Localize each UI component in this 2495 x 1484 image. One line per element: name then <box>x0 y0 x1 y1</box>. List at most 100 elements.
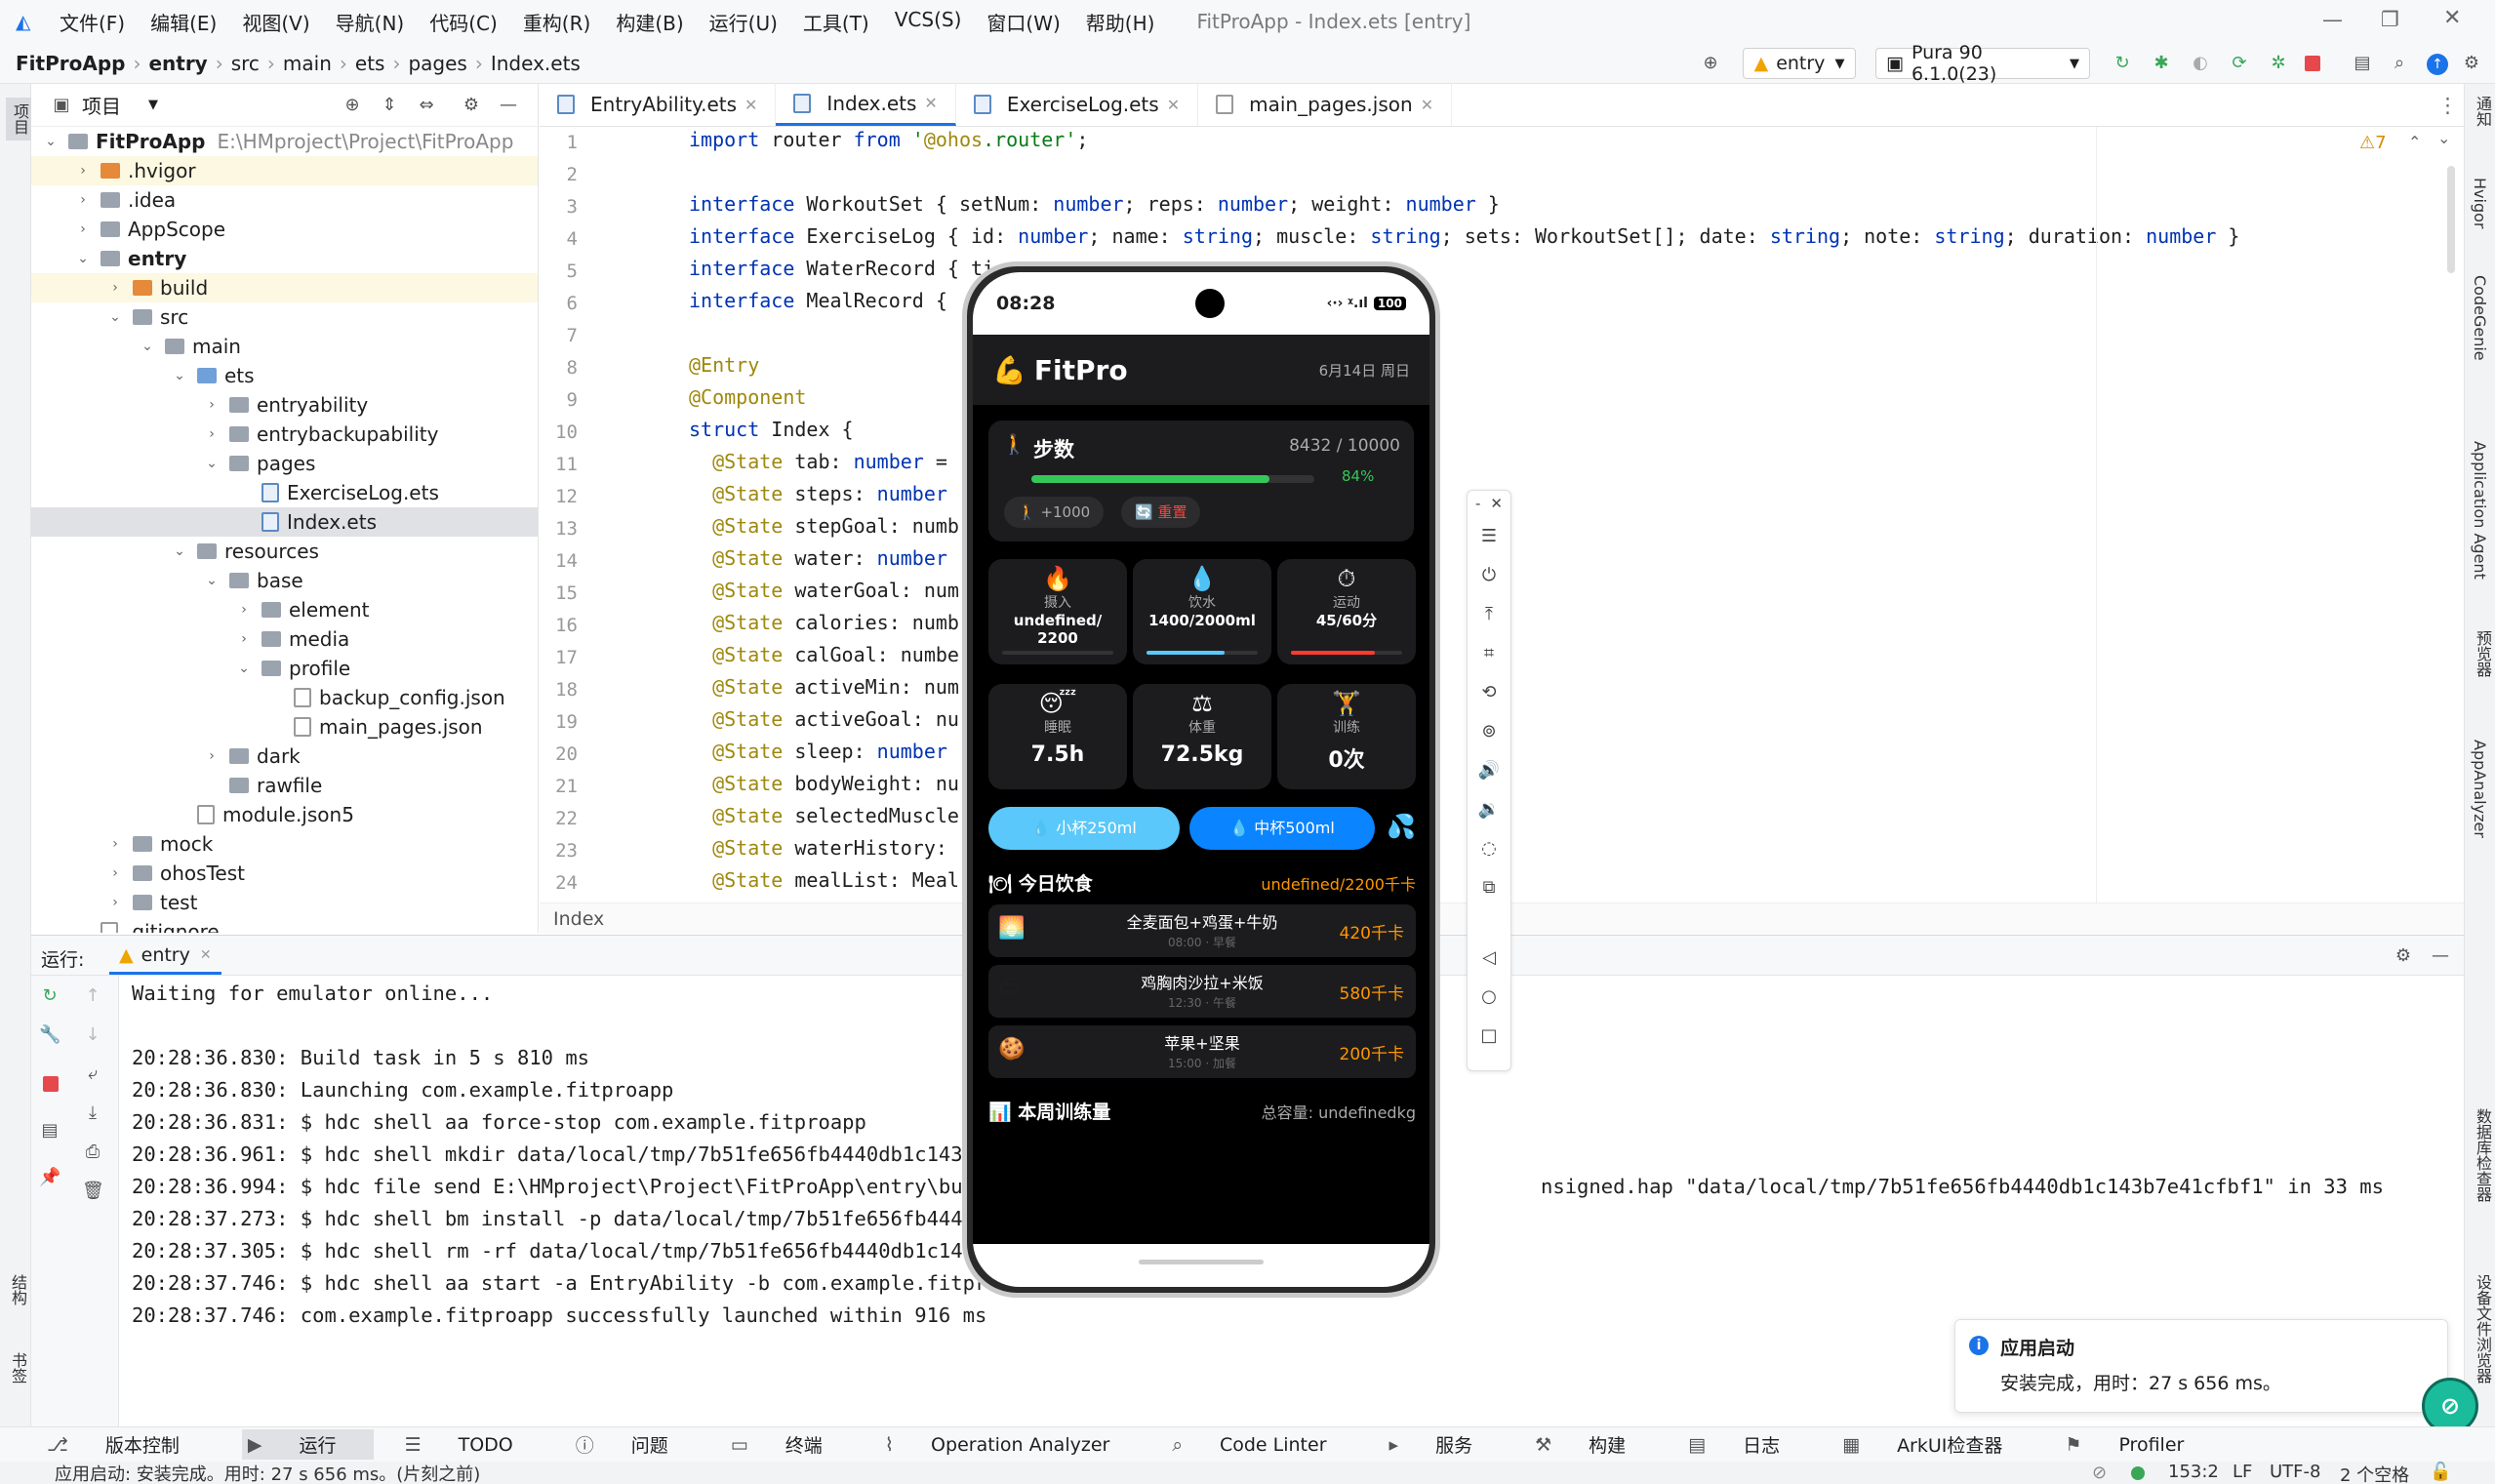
close-emulator-icon[interactable]: ✕ <box>1490 495 1503 512</box>
pin-icon[interactable]: 📌 <box>39 1167 60 1188</box>
strip-appanalyzer[interactable]: AppAnalyzer <box>2471 740 2489 838</box>
editor-tab[interactable]: ExerciseLog.ets ✕ <box>956 83 1199 126</box>
code-line[interactable]: interface ExerciseLog { id: number; name… <box>689 221 2239 253</box>
chevron-right-icon[interactable]: › <box>107 895 123 910</box>
tree-item[interactable]: ⌄ resources <box>31 537 538 566</box>
breadcrumb-item[interactable]: main <box>283 52 332 75</box>
home-icon[interactable]: ○ <box>1468 977 1510 1016</box>
chevron-down-icon[interactable]: ⌄ <box>204 573 220 588</box>
code-line[interactable]: interface WaterRecord { ti <box>689 253 994 285</box>
editor-scrollbar[interactable] <box>2447 166 2455 273</box>
locate-icon[interactable]: ⊕ <box>342 95 363 116</box>
editor-tab[interactable]: main_pages.json ✕ <box>1198 83 1453 126</box>
indent-setting[interactable]: 2 个空格 <box>2340 1462 2409 1484</box>
tree-item[interactable]: › .hvigor <box>31 156 538 185</box>
tree-item[interactable]: ⌄ entry <box>31 244 538 273</box>
code-line[interactable]: interface WorkoutSet { setNum: number; r… <box>689 188 1500 221</box>
more-tabs-icon[interactable]: ⋮ <box>2437 94 2458 117</box>
medium-cup-button[interactable]: 💧 中杯500ml <box>1189 807 1375 850</box>
code-line[interactable]: @State calGoal: numbe <box>689 639 959 671</box>
add-steps-button[interactable]: 🚶 +1000 <box>1004 497 1105 528</box>
chevron-down-icon[interactable]: ⌄ <box>140 339 155 354</box>
code-line[interactable]: @Entry <box>689 349 759 381</box>
chevron-right-icon[interactable]: › <box>204 397 220 413</box>
stat-tile[interactable]: ⚖ 体重 72.5kg <box>1133 684 1271 789</box>
location-icon[interactable]: ⊚ <box>1468 711 1510 750</box>
close-tab-icon[interactable]: ✕ <box>744 96 757 114</box>
chevron-right-icon[interactable]: › <box>107 865 123 881</box>
chevron-right-icon[interactable]: › <box>236 631 252 647</box>
code-line[interactable]: @State selectedMuscle <box>689 800 959 832</box>
up-icon[interactable]: ↑ <box>82 985 103 1007</box>
breadcrumb-item[interactable]: FitProApp <box>16 52 125 75</box>
menu-item[interactable]: 重构(R) <box>510 8 604 36</box>
strip-database-inspector[interactable]: 数据库检查器 <box>2471 1108 2494 1202</box>
tree-item[interactable]: ⌄ base <box>31 566 538 595</box>
chevron-down-icon[interactable]: ▼ <box>148 98 158 112</box>
code-line[interactable]: @State stepGoal: numb <box>689 510 959 542</box>
hide-panel-icon[interactable]: — <box>2430 945 2451 967</box>
collapse-all-icon[interactable]: ⇔ <box>416 95 437 116</box>
strip-previewer[interactable]: 预览器 <box>2471 630 2494 677</box>
tree-item[interactable]: main_pages.json <box>31 712 538 742</box>
update-icon[interactable]: ↑ <box>2427 54 2448 75</box>
code-line[interactable]: @State tab: number = <box>689 446 959 478</box>
tree-item[interactable]: › .idea <box>31 185 538 215</box>
chevron-down-icon[interactable]: ⌄ <box>2437 129 2450 147</box>
notification-popup[interactable]: i 应用启动 安装完成，用时：27 s 656 ms。 <box>1954 1319 2448 1413</box>
menu-item[interactable]: 文件(F) <box>47 8 138 36</box>
breadcrumb-item[interactable]: src <box>231 52 260 75</box>
bottom-tool-11[interactable]: ⚑ Profiler <box>2065 1434 2215 1456</box>
rotate-icon[interactable]: ⟲ <box>1468 672 1510 711</box>
bottom-tool-7[interactable]: ▸ 服务 <box>1389 1431 1505 1458</box>
menu-item[interactable]: 窗口(W) <box>974 8 1072 36</box>
strip-notifications[interactable]: 通知 <box>2471 96 2494 127</box>
tree-item[interactable]: ⌄ profile <box>31 654 538 683</box>
soft-wrap-icon[interactable]: ⤶ <box>82 1063 103 1085</box>
tree-item[interactable]: ⌄ src <box>31 302 538 332</box>
menu-item[interactable]: 编辑(E) <box>138 8 229 36</box>
menu-item[interactable]: 帮助(H) <box>1073 8 1168 36</box>
bottom-tool-0[interactable]: ⎇ 版本控制 <box>47 1431 211 1458</box>
tree-item[interactable]: ⌄ main <box>31 332 538 361</box>
tree-item[interactable]: module.json5 <box>31 800 538 829</box>
bottom-tool-9[interactable]: ▤ 日志 <box>1688 1431 1811 1458</box>
crop-icon[interactable]: ⌗ <box>1468 633 1510 672</box>
menu-item[interactable]: 运行(U) <box>697 8 790 36</box>
editor-tab[interactable]: Index.ets ✕ <box>776 83 956 126</box>
meal-item[interactable]: 🌅 全麦面包+鸡蛋+牛奶 08:00 · 早餐 420千卡 <box>988 904 1416 957</box>
tree-item[interactable]: › entryability <box>31 390 538 420</box>
run-tab-entry[interactable]: ▲ entry ✕ <box>109 938 221 975</box>
tree-item[interactable]: › dark <box>31 742 538 771</box>
target-icon[interactable]: ⊕ <box>1700 53 1721 74</box>
menu-item[interactable]: 导航(N) <box>323 8 418 36</box>
lock-icon[interactable]: 🔓 <box>2430 1462 2451 1482</box>
warning-count[interactable]: ⚠7 <box>2359 133 2387 153</box>
editor-tab[interactable]: EntryAbility.ets ✕ <box>540 83 777 126</box>
stat-tile[interactable]: 😴 睡眠 7.5h <box>988 684 1127 789</box>
phone-screen[interactable]: 08:28 ‹·› ᵡ.ıl 100 💪 FitPro 6月14日 周日 🚶 步数… <box>973 272 1429 1287</box>
bottom-tool-2[interactable]: ☰ TODO <box>405 1434 544 1456</box>
code-line[interactable]: @State activeMin: num <box>689 671 959 703</box>
stop-icon[interactable] <box>43 1076 59 1092</box>
line-ending[interactable]: LF <box>2233 1462 2252 1482</box>
code-line[interactable]: @Component <box>689 381 806 414</box>
power-save-icon[interactable]: ⊘ <box>2092 1463 2107 1483</box>
breadcrumb-item[interactable]: Index.ets <box>491 52 581 75</box>
tree-item[interactable]: › test <box>31 888 538 917</box>
breadcrumb-item[interactable]: pages <box>408 52 466 75</box>
rerun-icon[interactable]: ↻ <box>2112 53 2133 74</box>
strip-codegenie[interactable]: CodeGenie <box>2471 275 2489 361</box>
chevron-right-icon[interactable]: › <box>75 192 91 208</box>
chevron-right-icon[interactable]: › <box>107 836 123 852</box>
reset-steps-button[interactable]: 🔄 重置 <box>1121 497 1201 528</box>
tree-item[interactable]: › mock <box>31 829 538 859</box>
code-line[interactable]: @State water: number <box>689 542 947 575</box>
gear-icon[interactable]: ⚙ <box>2393 945 2414 967</box>
strip-project[interactable]: 项目 <box>6 98 33 140</box>
tree-item[interactable]: › element <box>31 595 538 624</box>
code-line[interactable]: @State bodyWeight: nu <box>689 768 959 800</box>
print-icon[interactable]: ⎙ <box>82 1142 103 1163</box>
menu-item[interactable]: VCS(S) <box>882 8 975 36</box>
close-tab-icon[interactable]: ✕ <box>924 94 937 112</box>
